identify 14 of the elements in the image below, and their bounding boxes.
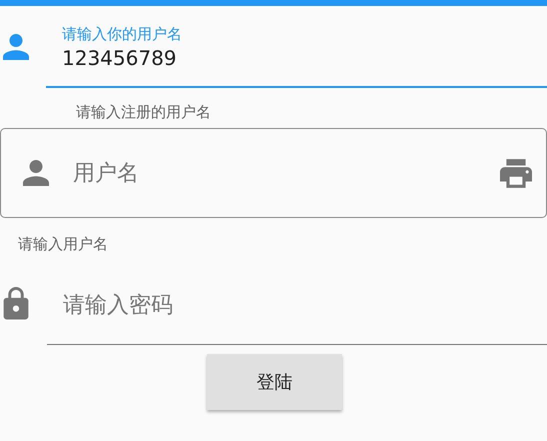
field-value: 123456789	[62, 45, 178, 72]
login-button[interactable]: 登陆	[207, 354, 342, 410]
helper-text: 请输入注册的用户名	[75, 102, 212, 122]
helper-text: 请输入用户名	[17, 234, 109, 254]
placeholder-text: 用户名	[73, 160, 140, 188]
field-label: 请输入你的用户名	[62, 24, 183, 44]
person-icon	[3, 34, 29, 60]
person-icon	[23, 160, 49, 186]
lock-icon	[3, 286, 29, 320]
placeholder-text: 请输入密码	[63, 292, 174, 320]
password-field[interactable]: 请输入密码	[47, 262, 547, 345]
printer-icon[interactable]	[500, 158, 532, 188]
username-field[interactable]: 用户名	[0, 128, 547, 218]
username-field[interactable]: 请输入你的用户名 123456789	[46, 6, 547, 88]
